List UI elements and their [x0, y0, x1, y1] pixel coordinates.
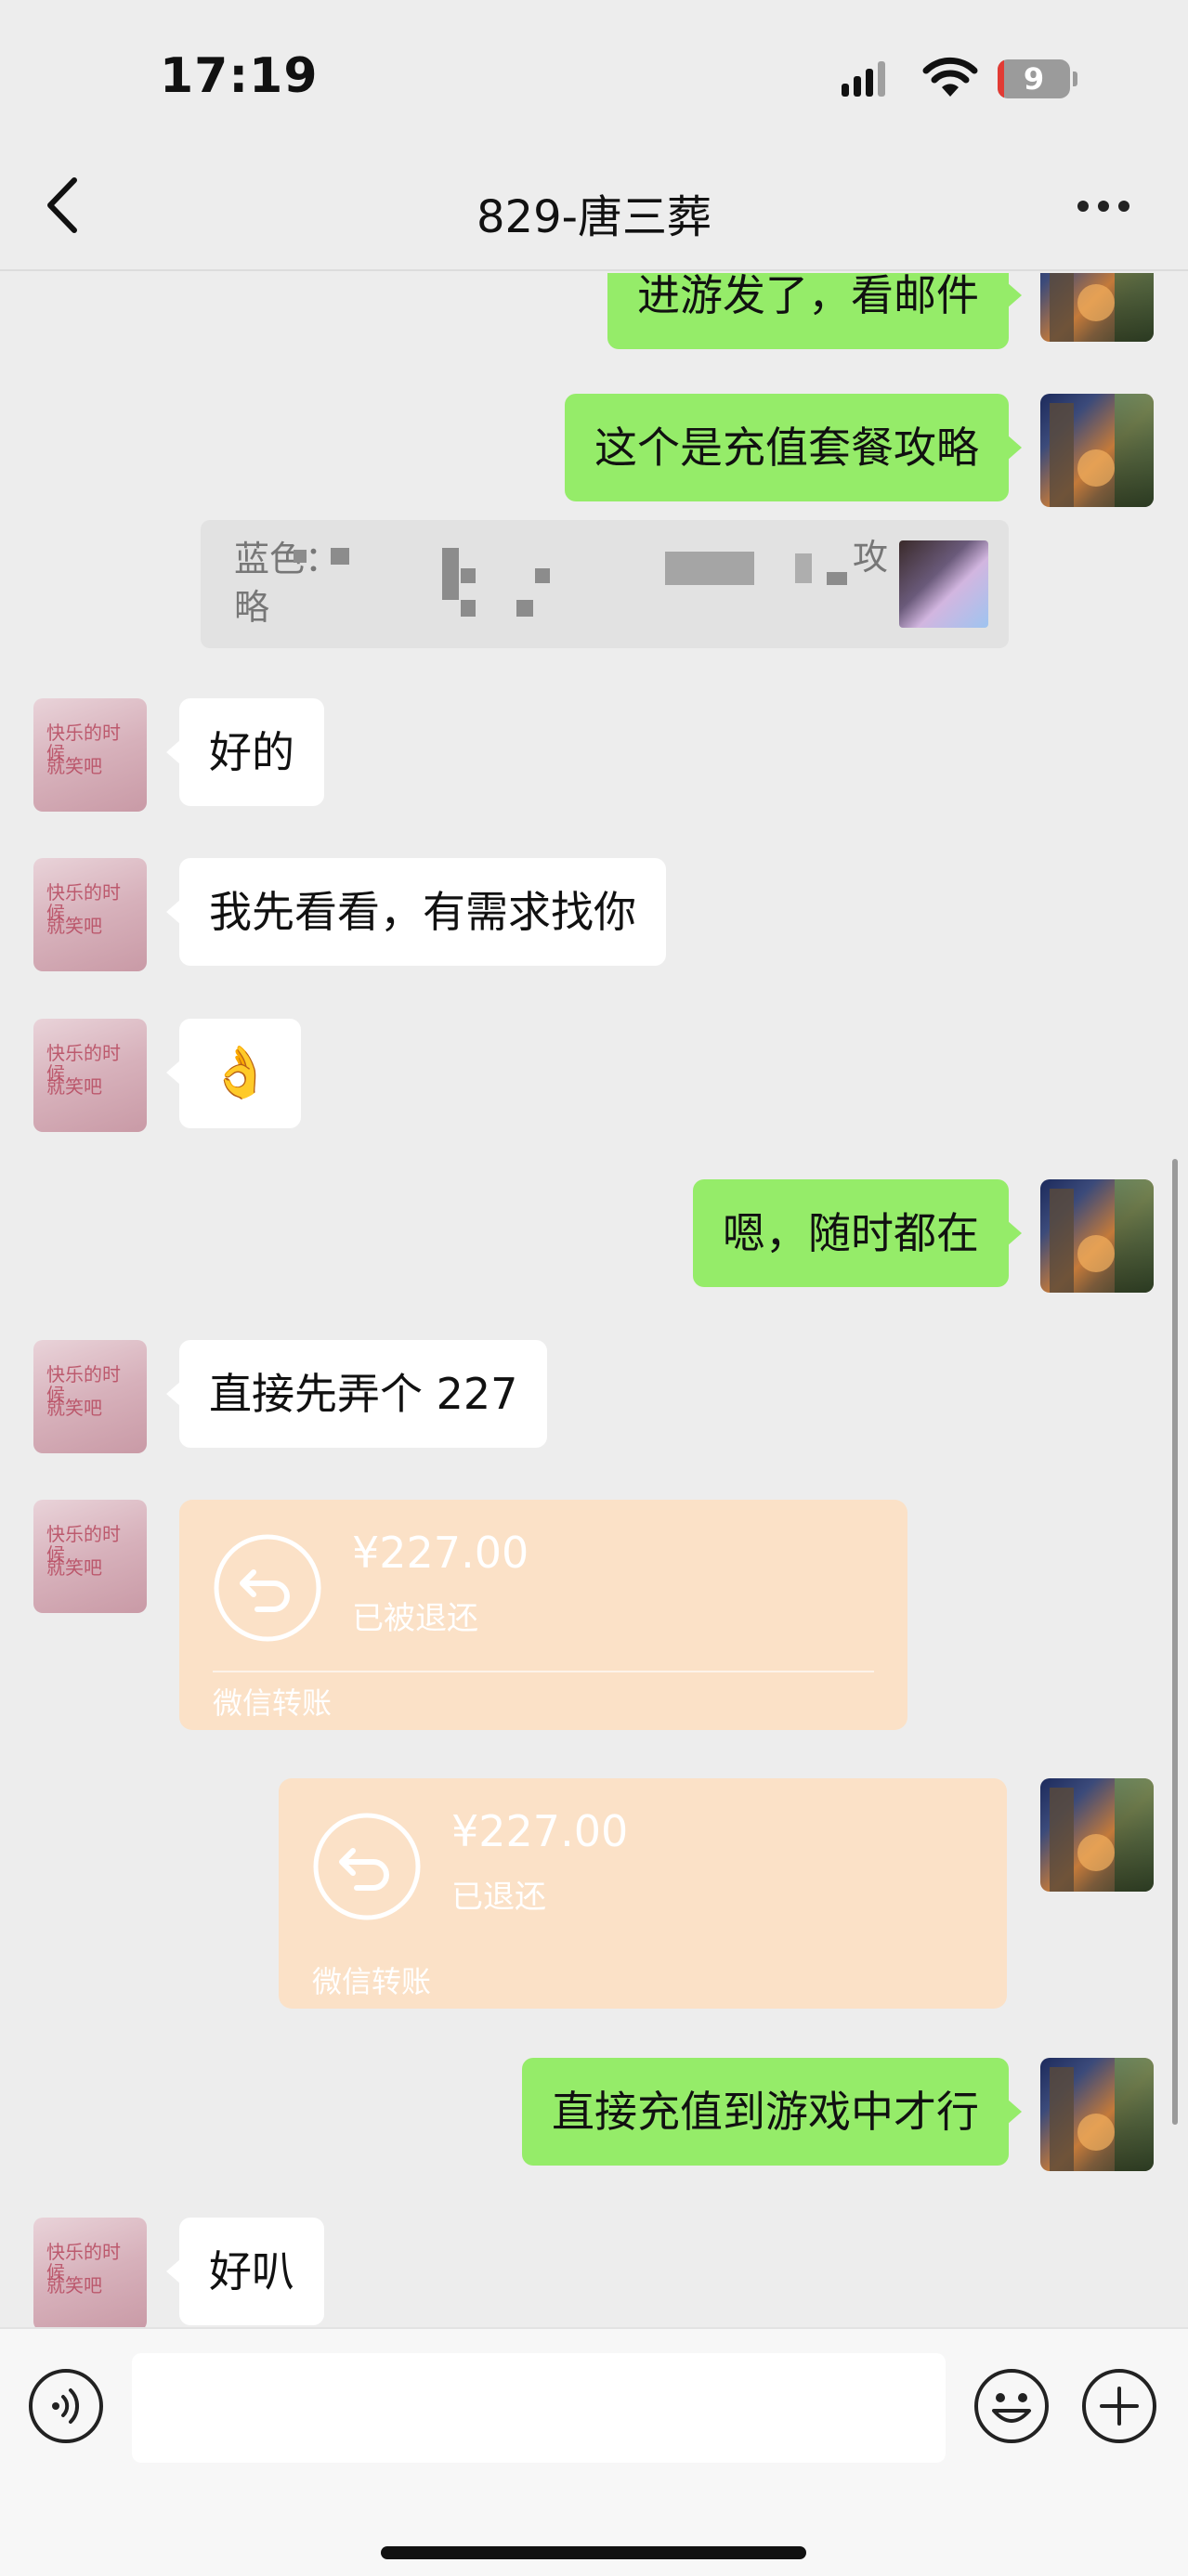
- status-time: 17:19: [160, 48, 319, 104]
- quote-line2: 略: [234, 587, 270, 628]
- self-avatar[interactable]: [1040, 1778, 1154, 1892]
- more-icon[interactable]: [1077, 195, 1142, 217]
- battery-icon: 9: [998, 59, 1077, 98]
- voice-icon[interactable]: [28, 2368, 104, 2444]
- transfer-card[interactable]: ¥227.00 已被退还 微信转账: [179, 1500, 907, 1730]
- transfer-status: 已退还: [451, 1879, 546, 1916]
- ok-hand-emoji: 👌: [209, 1043, 272, 1101]
- scrollbar[interactable]: [1172, 1159, 1178, 2125]
- self-avatar[interactable]: [1040, 2058, 1154, 2171]
- transfer-source: 微信转账: [312, 1964, 432, 1999]
- contact-avatar[interactable]: 快乐的时候 就笑吧: [33, 698, 147, 812]
- emoji-icon[interactable]: [973, 2368, 1050, 2444]
- message-bubble[interactable]: 这个是充值套餐攻略: [565, 394, 1022, 501]
- wifi-icon: [922, 57, 978, 97]
- contact-avatar[interactable]: 快乐的时候 就笑吧: [33, 2218, 147, 2327]
- message-list[interactable]: 进游发了，看邮件 这个是充值套餐攻略 蓝色： 略 攻 快乐的时候 就笑吧 好的: [0, 273, 1188, 2327]
- quote-thumbnail: [899, 540, 988, 628]
- transfer-return-icon: [313, 1813, 421, 1920]
- self-avatar[interactable]: [1040, 1179, 1154, 1293]
- plus-icon[interactable]: [1081, 2368, 1157, 2444]
- transfer-amount: ¥227.00: [451, 1806, 629, 1856]
- message-input[interactable]: [132, 2353, 946, 2463]
- message-bubble[interactable]: 好的: [166, 698, 324, 806]
- chat-title: 829-唐三葬: [477, 191, 711, 243]
- message-bubble[interactable]: 👌: [165, 1019, 302, 1128]
- transfer-card[interactable]: ¥227.00 已退还 微信转账: [279, 1778, 1007, 2009]
- chat-header: 829-唐三葬: [0, 139, 1188, 271]
- transfer-return-icon: [214, 1534, 321, 1642]
- contact-avatar[interactable]: 快乐的时候 就笑吧: [33, 858, 147, 971]
- message-bubble[interactable]: 直接先弄个 227: [165, 1340, 548, 1448]
- quote-tail: 攻: [853, 537, 889, 578]
- home-indicator[interactable]: [381, 2546, 806, 2559]
- message-bubble[interactable]: 直接充值到游戏中才行: [522, 2058, 1022, 2166]
- status-bar: 17:19 9: [0, 0, 1188, 139]
- message-bubble[interactable]: 我先看看，有需求找你: [166, 858, 666, 966]
- quoted-message[interactable]: 蓝色： 略 攻: [201, 520, 1009, 648]
- signal-icon: [842, 61, 885, 97]
- battery-level: 9: [1023, 61, 1045, 97]
- self-avatar[interactable]: [1040, 273, 1154, 342]
- message-bubble[interactable]: 嗯，随时都在: [693, 1179, 1022, 1287]
- transfer-amount: ¥227.00: [352, 1528, 529, 1578]
- contact-avatar[interactable]: 快乐的时候 就笑吧: [33, 1019, 147, 1132]
- message-bubble[interactable]: 进游发了，看邮件: [607, 273, 1022, 349]
- self-avatar[interactable]: [1040, 394, 1154, 507]
- message-bubble[interactable]: 好叭: [166, 2218, 324, 2325]
- transfer-status: 已被退还: [352, 1600, 478, 1637]
- transfer-source: 微信转账: [213, 1685, 333, 1721]
- input-bar: [0, 2327, 1188, 2576]
- quote-prefix: 蓝色：: [234, 539, 341, 579]
- chat-screen: 17:19 9 829-唐三葬 进游发了，看邮件 这个是充值套餐攻略 蓝色： 略…: [0, 0, 1188, 2576]
- contact-avatar[interactable]: 快乐的时候 就笑吧: [33, 1500, 147, 1613]
- contact-avatar[interactable]: 快乐的时候 就笑吧: [33, 1340, 147, 1453]
